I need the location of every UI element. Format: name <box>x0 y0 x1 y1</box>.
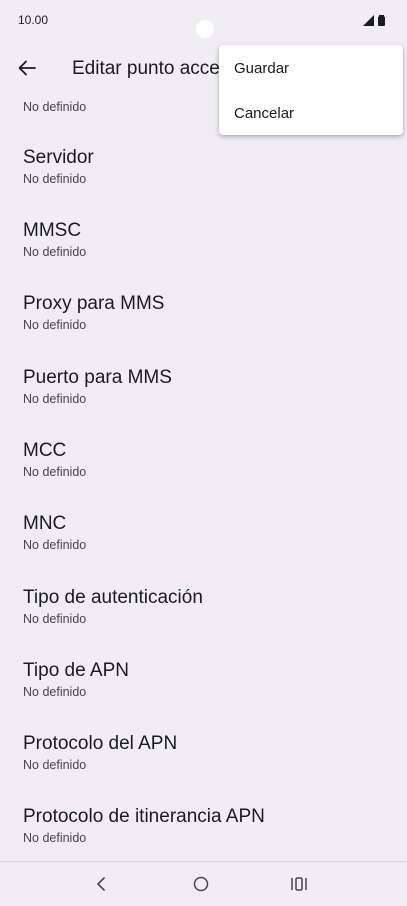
setting-summary: No definido <box>23 318 87 332</box>
back-nav-icon <box>97 877 105 891</box>
partial-item-summary: No definido <box>23 100 87 114</box>
camera-cutout <box>196 20 214 38</box>
status-bar: 10.00 <box>0 0 407 42</box>
status-icons <box>363 14 385 26</box>
status-time: 10.00 <box>18 13 49 27</box>
setting-title: MCC <box>23 440 67 461</box>
setting-item-mms-port[interactable]: Puerto para MMS No definido <box>0 367 407 437</box>
setting-summary: No definido <box>23 831 87 845</box>
menu-item-save[interactable]: Guardar <box>219 45 403 90</box>
nav-recents-button[interactable] <box>279 870 319 898</box>
menu-item-label: Guardar <box>234 60 290 77</box>
setting-item-mms-proxy[interactable]: Proxy para MMS No definido <box>0 293 407 363</box>
setting-item-mnc[interactable]: MNC No definido <box>0 513 407 583</box>
setting-summary: No definido <box>23 172 87 186</box>
signal-icon <box>363 14 374 26</box>
overflow-menu: Guardar Cancelar <box>219 45 403 135</box>
setting-item-mcc[interactable]: MCC No definido <box>0 440 407 510</box>
setting-title: Proxy para MMS <box>23 293 165 314</box>
back-button[interactable] <box>10 50 44 86</box>
setting-title: Servidor <box>23 147 94 168</box>
setting-title: Puerto para MMS <box>23 367 172 388</box>
setting-summary: No definido <box>23 758 87 772</box>
page-title: Editar punto acce <box>72 58 220 79</box>
setting-item-servidor[interactable]: Servidor No definido <box>0 147 407 217</box>
setting-title: MNC <box>23 513 67 534</box>
setting-summary: No definido <box>23 685 87 699</box>
arrow-left-icon <box>18 60 36 76</box>
menu-item-label: Cancelar <box>234 105 295 122</box>
setting-summary: No definido <box>23 465 87 479</box>
nav-back-button[interactable] <box>81 870 121 898</box>
setting-item-apn-protocol[interactable]: Protocolo del APN No definido <box>0 733 407 803</box>
setting-summary: No definido <box>23 538 87 552</box>
setting-summary: No definido <box>23 245 87 259</box>
setting-title: Protocolo de itinerancia APN <box>23 806 265 827</box>
settings-list[interactable]: No definido Servidor No definido MMSC No… <box>0 94 407 861</box>
setting-summary: No definido <box>23 612 87 626</box>
nav-home-button[interactable] <box>181 870 221 898</box>
setting-summary: No definido <box>23 392 87 406</box>
home-nav-icon <box>193 876 209 892</box>
setting-item-mmsc[interactable]: MMSC No definido <box>0 220 407 290</box>
setting-item-auth-type[interactable]: Tipo de autenticación No definido <box>0 587 407 657</box>
setting-title: Protocolo del APN <box>23 733 178 754</box>
setting-title: MMSC <box>23 220 82 241</box>
navigation-bar <box>0 861 407 906</box>
setting-title: Tipo de APN <box>23 660 129 681</box>
setting-item-apn-type[interactable]: Tipo de APN No definido <box>0 660 407 730</box>
recents-nav-icon <box>291 877 307 891</box>
menu-item-cancel[interactable]: Cancelar <box>219 90 403 135</box>
battery-icon <box>378 14 385 26</box>
setting-title: Tipo de autenticación <box>23 587 203 608</box>
setting-item-apn-roaming-protocol[interactable]: Protocolo de itinerancia APN No definido <box>0 806 407 861</box>
